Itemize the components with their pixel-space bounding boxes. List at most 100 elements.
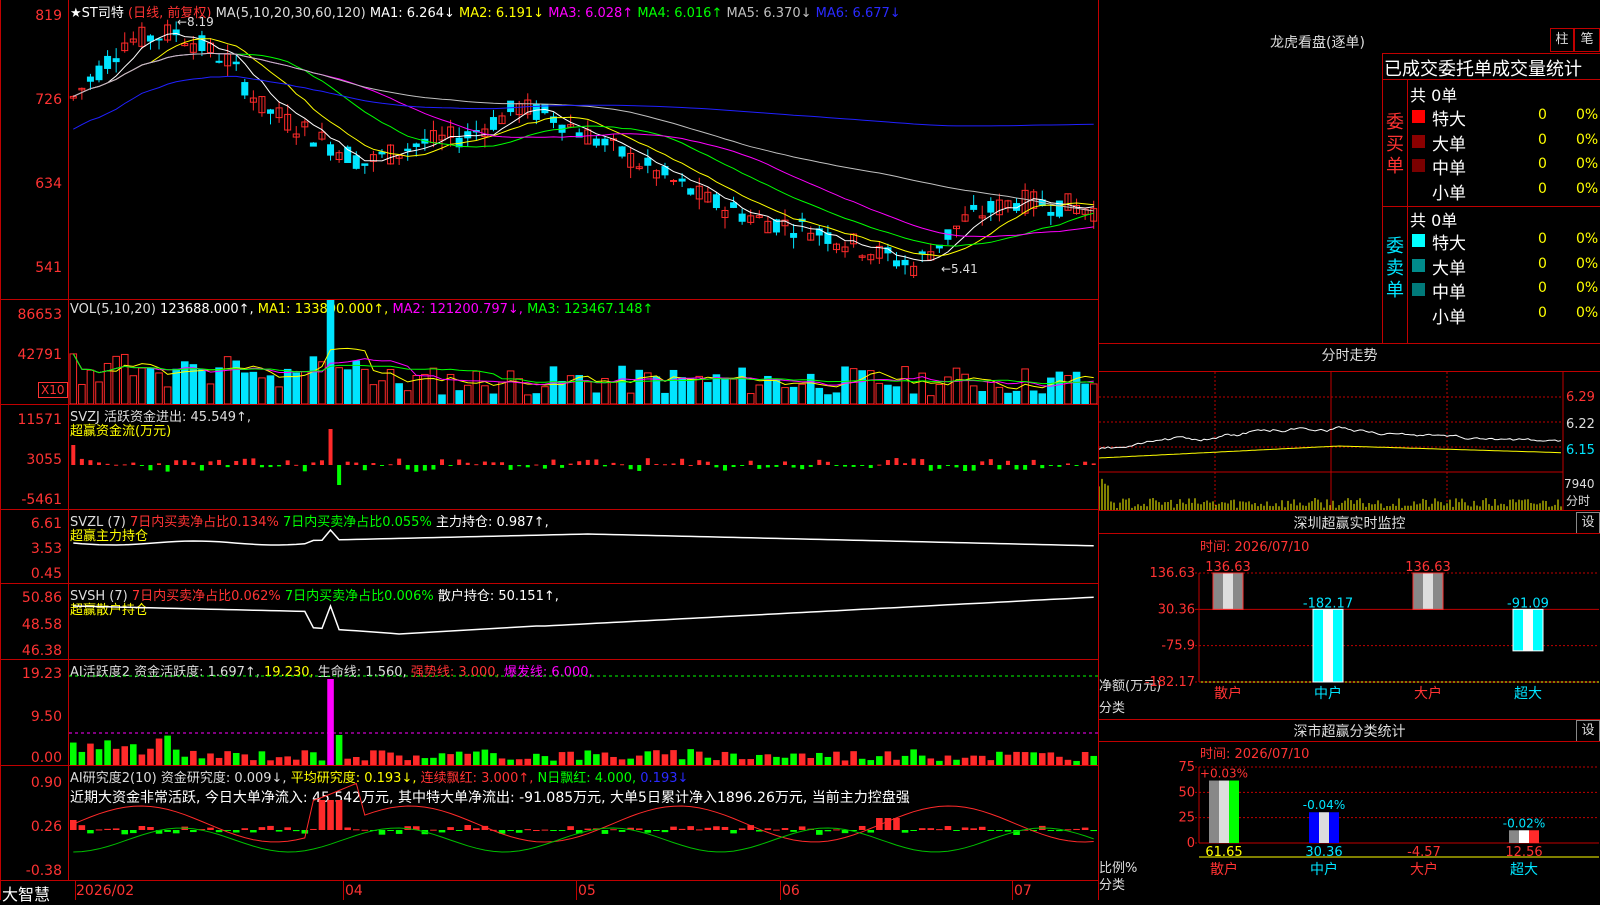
vol-bar	[772, 379, 781, 404]
candle-body	[215, 60, 223, 63]
ai1-bar	[978, 755, 986, 765]
lhb-sell-label: 委卖单	[1386, 236, 1404, 301]
lhb-row-pct: 0%	[1576, 107, 1599, 123]
lhb-color-swatch	[1412, 234, 1425, 247]
ai2-bar	[138, 826, 146, 830]
ai2-bar	[164, 830, 171, 832]
svsh-chart[interactable]	[69, 584, 1098, 659]
ai1-chart[interactable]	[69, 660, 1098, 765]
svsh-ytick-3: 46.38	[21, 643, 62, 659]
svsh-line	[73, 596, 1094, 635]
svzl-chart[interactable]	[69, 510, 1098, 583]
kline-chart[interactable]: ←8.19 ←5.41	[69, 0, 1098, 299]
svzj-ytick-2: 3055	[26, 452, 62, 468]
sz-class-value-label: -4.57	[1407, 845, 1441, 860]
vol-bar	[532, 393, 541, 404]
sz-class-divider	[1099, 741, 1600, 742]
ai2-bar	[190, 830, 197, 833]
sz-class-settings-button[interactable]: 设	[1576, 720, 1600, 742]
vol-bar	[738, 367, 746, 404]
svzj-bar	[602, 465, 607, 467]
lhb-bar-button[interactable]: 柱	[1550, 28, 1574, 52]
svzj-bar	[551, 459, 556, 465]
lhb-row-pct: 0%	[1576, 131, 1599, 148]
ai1-bar	[507, 759, 514, 765]
sz-monitor-chart[interactable]: 136.63 30.36 -75.9 -182.17 136.63 散户 -182.17 中…	[1099, 550, 1600, 720]
sz-class-bar-right	[1229, 780, 1239, 843]
lhb-row-pct: 0%	[1576, 231, 1599, 247]
intraday-chart[interactable]	[1099, 372, 1600, 510]
sz-monitor-bar-mid	[1423, 573, 1433, 610]
sz-monitor-settings-button[interactable]: 设	[1576, 512, 1600, 534]
ai1-bar	[601, 752, 609, 765]
ai1-bar	[841, 760, 849, 765]
ai1-bar	[627, 758, 634, 765]
sz-monitor-value-label: 136.63	[1205, 560, 1251, 575]
intraday-ytick-1: 6.29	[1566, 390, 1595, 405]
vol-bar	[489, 393, 498, 404]
lhb-tick-button[interactable]: 笔	[1574, 28, 1600, 52]
candle-body	[361, 163, 369, 166]
xaxis-label-jul: 07	[1014, 883, 1032, 899]
candle-body	[970, 204, 978, 210]
lhb-color-swatch	[1412, 184, 1425, 197]
ai1-bar	[893, 759, 900, 765]
candle-body	[352, 155, 360, 169]
vol-bar	[403, 390, 412, 404]
candle-body	[309, 142, 317, 147]
sz-class-chart[interactable]: 75 50 25 0 +0.03% 61.65散户 -0.04% 30.36中户 -4.57大…	[1099, 755, 1600, 900]
svzj-bar	[800, 465, 805, 470]
ai2-bar	[241, 828, 249, 830]
ai1-bar	[850, 751, 857, 765]
vol-ytick-2: 42791	[17, 347, 62, 363]
svzj-bar	[500, 462, 505, 465]
vol-bar	[120, 353, 129, 404]
svzl-line	[73, 528, 1094, 547]
candle-body	[86, 76, 94, 82]
ai1-bar	[1081, 751, 1089, 765]
ai2-bar	[635, 828, 643, 830]
ai1-bar	[653, 750, 660, 765]
ai1-bar	[498, 758, 506, 765]
vol-bar	[746, 393, 755, 404]
ai1-bar	[687, 749, 694, 765]
ai1-bar	[1090, 755, 1097, 765]
sz-monitor-bar-mid	[1323, 609, 1333, 682]
ai1-bar	[87, 743, 94, 765]
ai2-bar	[798, 826, 806, 830]
svzj-bar	[217, 459, 222, 465]
ai1-bar	[515, 759, 523, 765]
ai1-bar	[970, 755, 977, 765]
sz-class-category: 散户	[1210, 861, 1238, 878]
moving-averages	[73, 32, 1094, 262]
svzj-chart[interactable]	[69, 405, 1098, 509]
vol-bar	[626, 392, 635, 404]
ai1-bar	[936, 760, 943, 765]
ai2-bar	[764, 828, 772, 830]
sz-class-bar-right	[1329, 812, 1339, 843]
sz-monitor-value-label: -182.17	[1303, 596, 1353, 611]
svzj-bar	[860, 465, 865, 466]
svzj-bar	[362, 465, 367, 471]
vol-bar	[987, 380, 995, 404]
vol-chart[interactable]	[69, 300, 1098, 404]
ai1-bar	[447, 754, 454, 765]
vol-bar	[927, 395, 935, 404]
ai2-chart[interactable]	[69, 766, 1098, 880]
vol-bar	[172, 368, 180, 404]
vol-bar	[1064, 375, 1072, 404]
ai1-bar	[430, 757, 437, 765]
intraday-divider-bottom	[1099, 510, 1600, 511]
svzj-bar	[714, 465, 719, 468]
ai1-bar	[224, 751, 231, 765]
svzj-bar	[885, 460, 890, 465]
vol-unit-badge[interactable]: X10	[38, 382, 68, 398]
ai1-bar	[438, 753, 446, 765]
ai1-bar	[910, 749, 917, 765]
svzj-ytick-1: 11571	[17, 412, 62, 428]
ai1-bar	[395, 755, 403, 765]
ai2-bar	[695, 829, 703, 831]
vol-bar	[686, 378, 695, 404]
sz-class-value-label: 12.56	[1505, 845, 1542, 860]
lhb-label-col	[1407, 79, 1408, 343]
